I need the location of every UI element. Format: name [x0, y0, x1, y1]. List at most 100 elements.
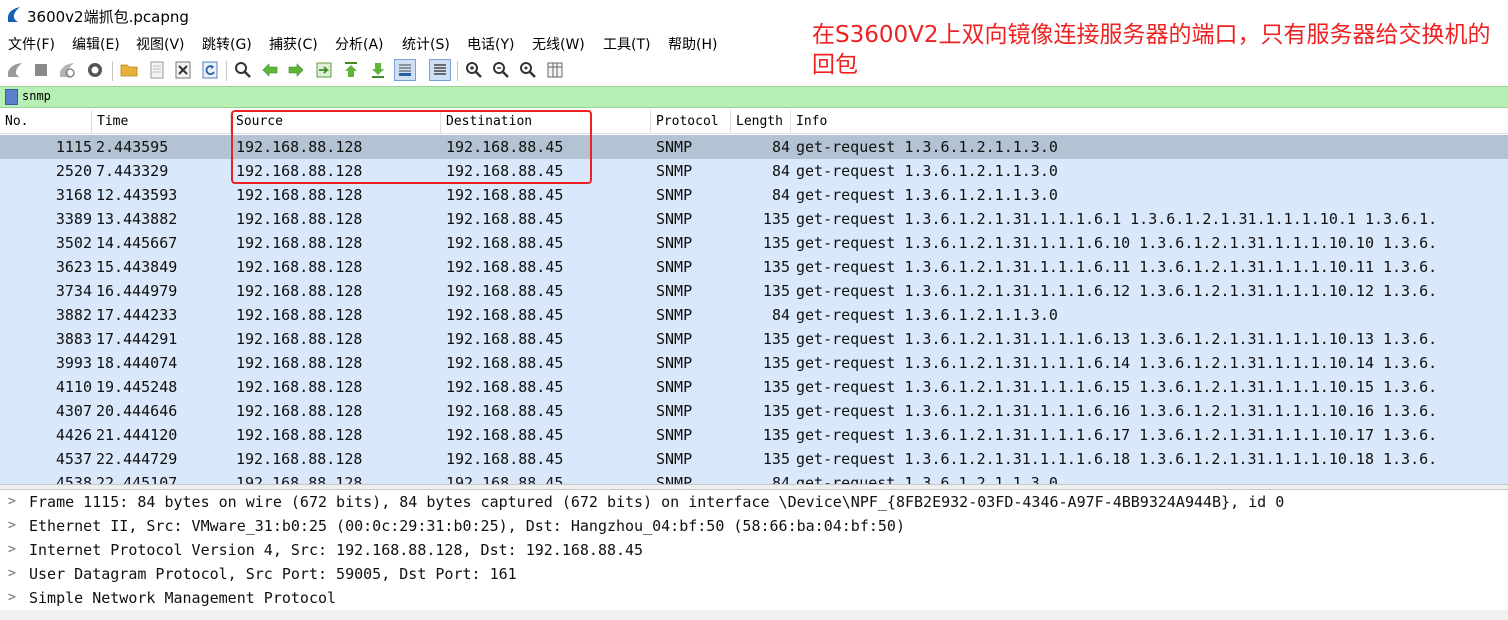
display-filter-input[interactable] — [22, 89, 922, 103]
chevron-right-icon[interactable]: > — [8, 590, 16, 605]
packet-protocol: SNMP — [656, 402, 693, 420]
menu-wireless[interactable]: 无线(W) — [532, 34, 585, 54]
shark-fin-start-icon[interactable] — [4, 59, 26, 81]
colorize-icon[interactable] — [429, 59, 451, 81]
packet-info: get-request 1.3.6.1.2.1.31.1.1.1.6.17 1.… — [796, 426, 1438, 444]
packet-protocol: SNMP — [656, 354, 693, 372]
col-header-no[interactable]: No. — [0, 110, 92, 134]
packet-protocol: SNMP — [656, 138, 693, 156]
chevron-right-icon[interactable]: > — [8, 566, 16, 581]
menu-capture[interactable]: 捕获(C) — [269, 34, 318, 54]
packet-length: 135 — [762, 378, 790, 396]
packet-row[interactable]: 3882 17.444233 192.168.88.128 192.168.88.45… — [0, 303, 1508, 327]
packet-row[interactable]: 4307 20.444646 192.168.88.128 192.168.88.45… — [0, 399, 1508, 423]
packet-row[interactable]: 3389 13.443882 192.168.88.128 192.168.88.45… — [0, 207, 1508, 231]
packet-length: 135 — [762, 282, 790, 300]
packet-no: 4537 — [55, 450, 92, 468]
packet-row[interactable]: 3883 17.444291 192.168.88.128 192.168.88.45… — [0, 327, 1508, 351]
menu-view[interactable]: 视图(V) — [136, 34, 185, 54]
packet-row[interactable]: 4426 21.444120 192.168.88.128 192.168.88.45… — [0, 423, 1508, 447]
options-gear-icon[interactable] — [84, 59, 106, 81]
packet-source: 192.168.88.128 — [236, 426, 363, 444]
toolbar-separator — [457, 61, 458, 81]
menu-telephony[interactable]: 电话(Y) — [467, 34, 514, 54]
packet-source: 192.168.88.128 — [236, 234, 363, 252]
packet-length: 135 — [762, 234, 790, 252]
packet-source: 192.168.88.128 — [236, 258, 363, 276]
bookmark-icon[interactable] — [5, 89, 18, 105]
packet-no: 4307 — [55, 402, 92, 420]
menu-go[interactable]: 跳转(G) — [202, 34, 252, 54]
window-title: 3600v2端抓包.pcapng — [27, 8, 189, 26]
col-header-info[interactable]: Info — [791, 110, 1508, 134]
resize-columns-icon[interactable] — [544, 59, 566, 81]
packet-row[interactable]: 4537 22.444729 192.168.88.128 192.168.88.45… — [0, 447, 1508, 471]
auto-scroll-icon[interactable] — [394, 59, 416, 81]
menu-help[interactable]: 帮助(H) — [668, 34, 717, 54]
packet-no: 4426 — [55, 426, 92, 444]
packet-no: 3883 — [55, 330, 92, 348]
packet-row[interactable]: 1115 2.443595 192.168.88.128 192.168.88.45 S… — [0, 135, 1508, 159]
menu-analyze[interactable]: 分析(A) — [335, 34, 384, 54]
packet-length: 84 — [771, 186, 790, 204]
go-to-packet-icon[interactable] — [313, 59, 335, 81]
close-file-icon[interactable] — [172, 59, 194, 81]
detail-row-ethernet[interactable]: > Ethernet II, Src: VMware_31:b0:25 (00:… — [0, 514, 1508, 538]
go-forward-arrow-icon[interactable] — [285, 59, 307, 81]
packet-destination: 192.168.88.45 — [446, 234, 564, 252]
packet-time: 16.444979 — [96, 282, 178, 300]
find-icon[interactable] — [232, 59, 254, 81]
packet-list[interactable]: No. Time Source Destination Protocol Len… — [0, 110, 1508, 484]
go-back-arrow-icon[interactable] — [259, 59, 281, 81]
chevron-right-icon[interactable]: > — [8, 542, 16, 557]
reload-icon[interactable] — [199, 59, 221, 81]
details-footer — [0, 610, 1508, 620]
zoom-out-icon[interactable] — [490, 59, 512, 81]
packet-info: get-request 1.3.6.1.2.1.1.3.0 — [796, 162, 1058, 180]
zoom-normal-icon[interactable] — [517, 59, 539, 81]
menu-edit[interactable]: 编辑(E) — [72, 34, 120, 54]
go-first-icon[interactable] — [340, 59, 362, 81]
open-folder-icon[interactable] — [118, 59, 140, 81]
col-header-length[interactable]: Length — [731, 110, 791, 134]
stop-square-icon[interactable] — [30, 59, 52, 81]
packet-destination: 192.168.88.45 — [446, 354, 564, 372]
packet-no: 1115 — [55, 138, 92, 156]
packet-no: 3734 — [55, 282, 92, 300]
packet-row[interactable]: 3502 14.445667 192.168.88.128 192.168.88.45… — [0, 231, 1508, 255]
packet-protocol: SNMP — [656, 378, 693, 396]
detail-row-snmp[interactable]: > Simple Network Management Protocol — [0, 586, 1508, 610]
detail-row-udp[interactable]: > User Datagram Protocol, Src Port: 5900… — [0, 562, 1508, 586]
packet-row[interactable]: 4538 22.445107 192.168.88.128 192.168.88.45… — [0, 471, 1508, 484]
chevron-right-icon[interactable]: > — [8, 494, 16, 509]
packet-row[interactable]: 4110 19.445248 192.168.88.128 192.168.88.45… — [0, 375, 1508, 399]
packet-info: get-request 1.3.6.1.2.1.31.1.1.1.6.14 1.… — [796, 354, 1438, 372]
col-header-time[interactable]: Time — [92, 110, 231, 134]
menu-tools[interactable]: 工具(T) — [603, 34, 650, 54]
file-save-icon[interactable] — [146, 59, 168, 81]
col-header-source[interactable]: Source — [231, 110, 441, 134]
packet-row[interactable]: 3993 18.444074 192.168.88.128 192.168.88.45… — [0, 351, 1508, 375]
packet-row[interactable]: 3168 12.443593 192.168.88.128 192.168.88.45… — [0, 183, 1508, 207]
packet-time: 13.443882 — [96, 210, 178, 228]
detail-text: Internet Protocol Version 4, Src: 192.16… — [29, 541, 644, 559]
chevron-right-icon[interactable]: > — [8, 518, 16, 533]
col-header-protocol[interactable]: Protocol — [651, 110, 731, 134]
detail-row-ip[interactable]: > Internet Protocol Version 4, Src: 192.… — [0, 538, 1508, 562]
packet-length: 84 — [771, 306, 790, 324]
zoom-in-icon[interactable] — [463, 59, 485, 81]
packet-row[interactable]: 2520 7.443329 192.168.88.128 192.168.88.45 S… — [0, 159, 1508, 183]
restart-fin-icon[interactable] — [56, 59, 78, 81]
packet-destination: 192.168.88.45 — [446, 258, 564, 276]
menu-file[interactable]: 文件(F) — [8, 34, 55, 54]
packet-row[interactable]: 3734 16.444979 192.168.88.128 192.168.88.45… — [0, 279, 1508, 303]
menu-statistics[interactable]: 统计(S) — [402, 34, 450, 54]
go-last-icon[interactable] — [367, 59, 389, 81]
detail-row-frame[interactable]: > Frame 1115: 84 bytes on wire (672 bits… — [0, 490, 1508, 514]
packet-source: 192.168.88.128 — [236, 402, 363, 420]
packet-row[interactable]: 3623 15.443849 192.168.88.128 192.168.88.45… — [0, 255, 1508, 279]
detail-text: User Datagram Protocol, Src Port: 59005,… — [29, 565, 517, 583]
col-header-destination[interactable]: Destination — [441, 110, 651, 134]
packet-no: 3882 — [55, 306, 92, 324]
packet-length: 84 — [771, 162, 790, 180]
